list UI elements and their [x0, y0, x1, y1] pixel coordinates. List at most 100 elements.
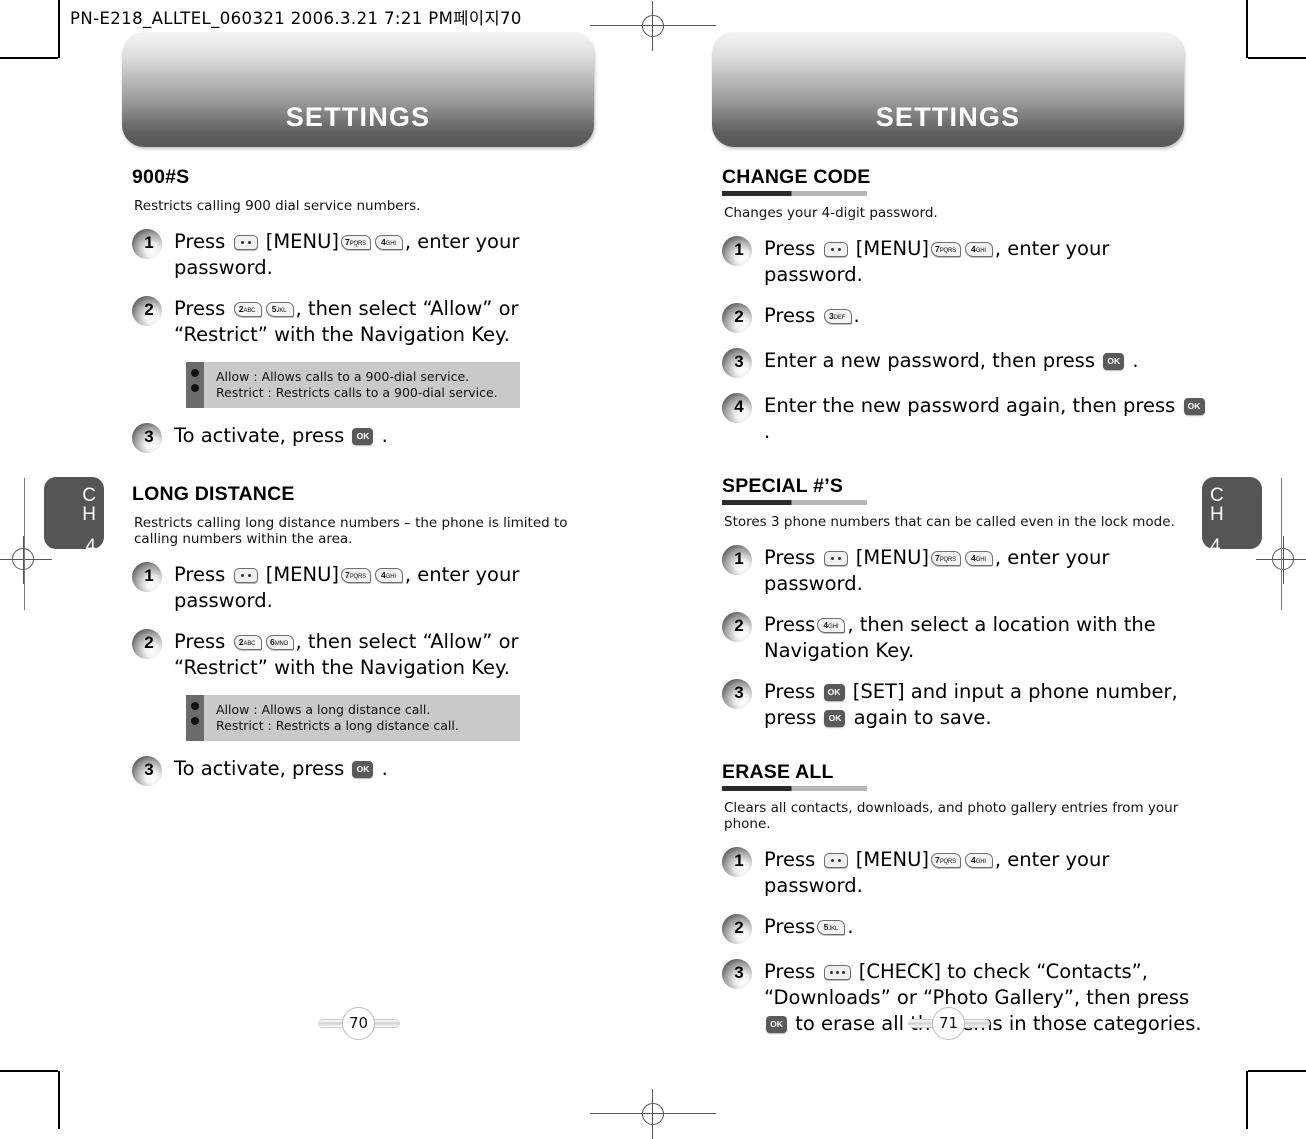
crop-mark-top-right-horizontal [1248, 57, 1306, 59]
note-box: Allow : Allows calls to a 900-dial servi… [186, 362, 520, 408]
page-number-badge-left: 70 [318, 1005, 400, 1041]
step-text: Press 5JKL. [764, 915, 854, 938]
ok-key-icon: OK [352, 428, 374, 445]
step-text: Enter a new password, then press OK . [764, 349, 1139, 372]
crop-mark-bottom-left-horizontal [0, 1070, 58, 1072]
step-number: 1 [734, 549, 744, 568]
number-key-4-icon: 4GHI [964, 853, 993, 868]
page-number-badge-right: 71 [908, 1005, 990, 1041]
note-line: Restrict : Restricts calls to a 900-dial… [216, 385, 498, 400]
registration-mark-top [590, 1, 716, 51]
right-page-banner: SETTINGS [712, 32, 1184, 147]
step-item: 2 Press 2ABC 5JKL, then select “Allow” or … [132, 295, 602, 348]
step-number: 3 [734, 352, 744, 371]
section-intro: Changes your 4-digit password. [724, 205, 938, 221]
step-text: Press [MENU] 7PQRS 4GHI, enter your passwo… [174, 563, 520, 612]
step-text: Press 2ABC 5JKL, then select “Allow” or “… [174, 297, 519, 346]
step-number: 3 [734, 963, 744, 982]
section-heading: CHANGE CODE [722, 166, 871, 188]
menu-key-icon [823, 551, 848, 566]
step-item: 2 Press 4GHI, then select a location with … [722, 611, 1214, 664]
note-bullet-dot [191, 384, 199, 392]
step-text: Press [MENU] 7PQRS 4GHI, enter your passwo… [174, 230, 520, 279]
section-heading: LONG DISTANCE [132, 483, 295, 505]
chapter-label-h: H [82, 504, 96, 525]
number-key-7-icon: 7PQRS [340, 568, 371, 583]
step-item: 4 Enter the new password again, then pres… [722, 392, 1214, 445]
number-key-4-icon: 4GHI [964, 551, 993, 566]
section-heading: SPECIAL #’S [722, 475, 844, 497]
step-item: 2 Press 2ABC 6MNO, then select “Allow” or … [132, 628, 602, 681]
left-page-content: 900#S Restricts calling 900 dial service … [132, 166, 602, 786]
ok-key-icon: OK [1183, 398, 1205, 415]
step-number: 2 [734, 918, 744, 937]
number-key-7-icon: 7PQRS [930, 853, 961, 868]
note-bullet-column [186, 362, 204, 408]
ok-key-icon: OK [766, 1016, 787, 1033]
number-key-3-icon: 3DEF [823, 309, 852, 324]
ok-key-icon: OK [352, 761, 374, 778]
step-text: Press [MENU] 7PQRS 4GHI, enter your passwo… [764, 546, 1110, 595]
step-number-badge: 2 [132, 629, 162, 659]
number-key-4-icon: 4GHI [374, 235, 403, 250]
section-intro: Stores 3 phone numbers that can be calle… [724, 514, 1175, 530]
step-number-badge: 1 [132, 229, 162, 259]
number-key-2-icon: 2ABC [233, 635, 262, 650]
left-banner-title: SETTINGS [285, 102, 431, 132]
margin-rule-right [1281, 478, 1282, 610]
step-list: 1 Press [MENU] 7PQRS 4GHI, enter your passw… [722, 235, 1214, 445]
step-number: 2 [734, 307, 744, 326]
step-number: 1 [734, 851, 744, 870]
step-item: 1 Press [MENU] 7PQRS 4GHI, enter your passw… [722, 846, 1214, 899]
menu-key-icon [233, 568, 258, 583]
note-bullet-dot [191, 717, 199, 725]
crop-mark-bottom-left-vertical [58, 1071, 60, 1129]
chapter-label-c: C [1210, 485, 1224, 506]
step-number-badge: 3 [722, 959, 752, 989]
note-bullet-column [186, 695, 204, 741]
step-number-badge: 3 [132, 756, 162, 786]
crop-mark-top-left-horizontal [0, 57, 58, 59]
section-underline [722, 500, 867, 505]
crop-mark-bottom-right-vertical [1246, 1071, 1248, 1129]
step-text: Press 4GHI, then select a location with t… [764, 613, 1156, 662]
note-line: Allow : Allows calls to a 900-dial servi… [216, 369, 470, 384]
step-number-badge: 1 [722, 847, 752, 877]
step-number-badge: 1 [722, 545, 752, 575]
step-number: 3 [144, 427, 154, 446]
step-text: To activate, press OK . [174, 757, 388, 780]
note-line: Allow : Allows a long distance call. [216, 702, 431, 717]
step-item: 3 To activate, press OK . [132, 422, 602, 453]
number-key-4-icon: 4GHI [374, 568, 403, 583]
left-page-banner: SETTINGS [122, 32, 594, 147]
number-key-4-icon: 4GHI [964, 242, 993, 257]
menu-key-icon [823, 242, 848, 257]
section-intro: Clears all contacts, downloads, and phot… [724, 800, 1179, 832]
number-key-2-icon: 2ABC [233, 302, 262, 317]
step-text: Press [MENU] 7PQRS 4GHI, enter your passwo… [764, 848, 1110, 897]
step-item: 1 Press [MENU] 7PQRS 4GHI, enter your passw… [722, 235, 1214, 288]
note-line: Restrict : Restricts a long distance cal… [216, 718, 459, 733]
chapter-label-h: H [1210, 504, 1224, 525]
section-2: LONG DISTANCE Restricts calling long dist… [132, 483, 602, 786]
step-number-badge: 2 [132, 296, 162, 326]
section-intro: Restricts calling long distance numbers … [134, 515, 568, 547]
step-number: 2 [144, 633, 154, 652]
note-text: Allow : Allows a long distance call. Rest… [204, 695, 467, 741]
step-number: 1 [144, 233, 154, 252]
chapter-tab-left: C H 4 [44, 477, 104, 556]
section-1: CHANGE CODE Changes your 4-digit password… [722, 166, 1214, 445]
step-text: Press [MENU] 7PQRS 4GHI, enter your passwo… [764, 237, 1110, 286]
step-text: Press 2ABC 6MNO, then select “Allow” or “… [174, 630, 519, 679]
step-number-badge: 3 [722, 348, 752, 378]
note-text: Allow : Allows calls to a 900-dial servi… [204, 362, 506, 408]
section-3: ERASE ALL Clears all contacts, downloads,… [722, 761, 1214, 1037]
number-key-5-icon: 5JKL [265, 302, 294, 317]
step-item: 1 Press [MENU] 7PQRS 4GHI, enter your passw… [722, 544, 1214, 597]
note-bullet-dot [191, 369, 199, 377]
step-number-badge: 2 [722, 303, 752, 333]
step-number-badge: 2 [722, 914, 752, 944]
print-slug-text: PN-E218_ALLTEL_060321 2006.3.21 7:21 PM페… [70, 9, 522, 28]
number-key-7-icon: 7PQRS [930, 242, 961, 257]
step-number: 2 [144, 300, 154, 319]
